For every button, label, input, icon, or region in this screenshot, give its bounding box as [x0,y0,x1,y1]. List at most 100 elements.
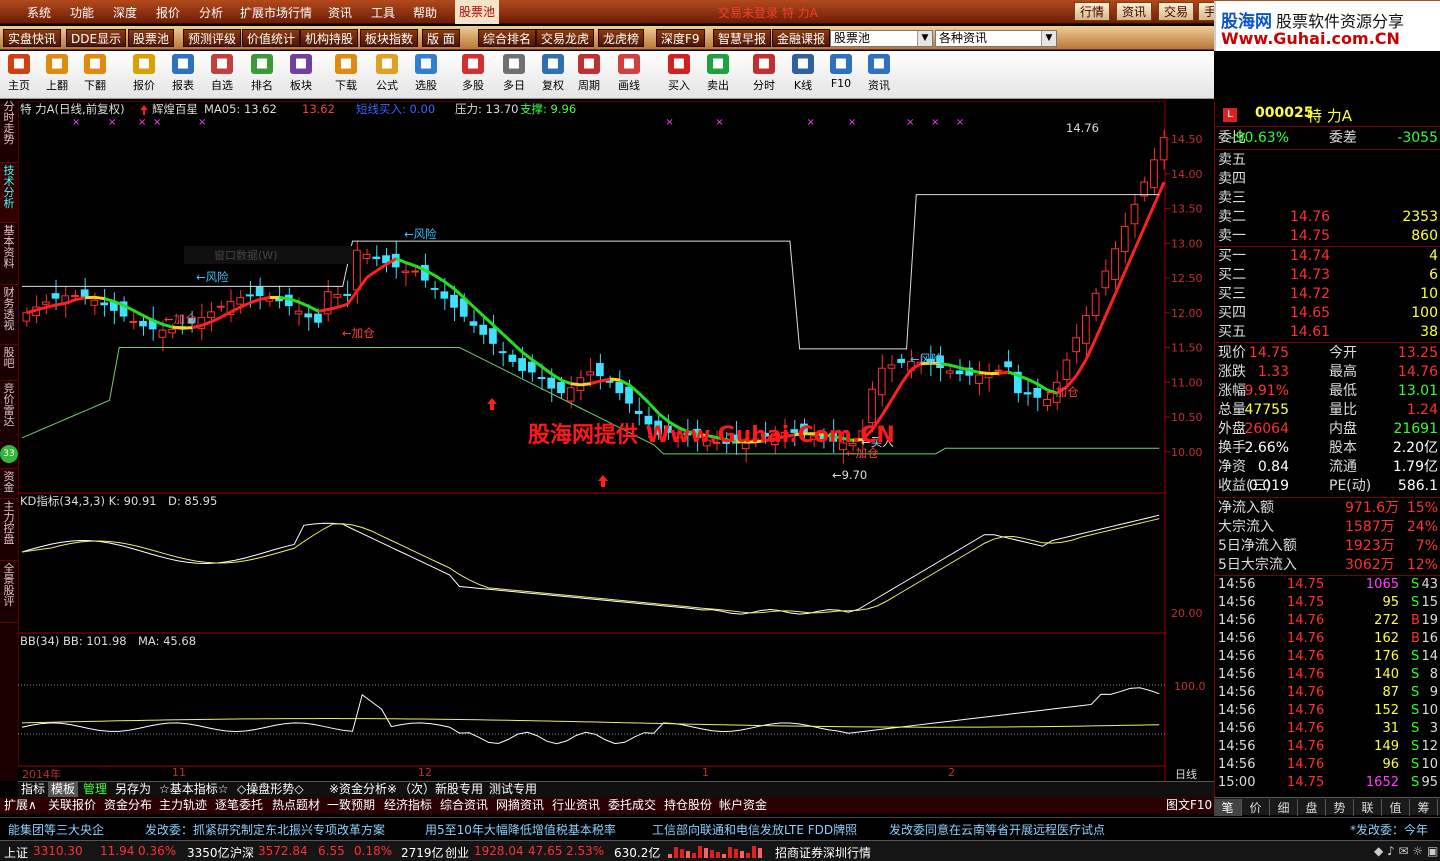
indicator-tab[interactable]: 测试专用 [486,782,540,798]
function-tab[interactable]: 综合资讯 [438,797,490,814]
ticker-item[interactable]: 用5至10年大幅降低增值税基本税率 [425,821,616,838]
buy-level-row[interactable]: 买五 14.61 38 [1215,323,1440,342]
side-tab-0[interactable]: 分时走势 [0,101,18,163]
toolbar-ranking-button[interactable]: ■ 排名 [245,54,279,96]
news-select[interactable]: 各种资讯 ▼ [935,30,1057,47]
toolbar-home-button[interactable]: ■ 主页 [2,54,36,96]
period-label[interactable]: 日线 [1175,766,1197,782]
qb-morning-report[interactable]: 智慧早报 [713,29,772,47]
sell-level-row[interactable]: 卖一 14.75 860 [1215,227,1440,246]
toolbar-download-button[interactable]: ■ 下载 [329,54,363,96]
qb-ranking[interactable]: 综合排名 [478,29,537,47]
menu-help[interactable]: 帮助 [413,4,437,21]
toolbar-arrow-down-button[interactable]: ■ 下翻 [78,54,112,96]
menu-tools[interactable]: 工具 [371,4,395,21]
toolbar-favorites-button[interactable]: ■ 自选 [205,54,239,96]
function-tab[interactable]: 委托成交 [606,797,658,814]
toolbar-quote-button[interactable]: ■ 报价 [127,54,161,96]
quote-tab[interactable]: 势 [1326,799,1354,816]
quote-tab[interactable]: 笔 [1214,799,1242,816]
qb-dde[interactable]: DDE显示 [66,29,127,47]
menu-system[interactable]: 系统 [27,4,51,21]
buy-level-row[interactable]: 买四 14.65 100 [1215,304,1440,323]
function-tab[interactable]: 资金分布 [102,797,154,814]
qb-layout[interactable]: 版 面 [422,29,460,47]
function-tab[interactable]: 关联报价 [46,797,98,814]
menu-news[interactable]: 资讯 [328,4,352,21]
toolbar-f10-button[interactable]: ■ F10 [824,54,858,96]
quote-tab[interactable]: 筹 [1410,799,1438,816]
indicator-tab[interactable]: ※资金分析※ [326,782,400,798]
side-tab-1[interactable]: 技术分析 [0,165,18,223]
toolbar-arrow-up-button[interactable]: ■ 上翻 [40,54,74,96]
toolbar-adjust-button[interactable]: ■ 复权 [536,54,570,96]
indicator-tab[interactable]: 指标 [18,782,48,798]
ticker-item[interactable]: *发改委：今年 [1350,821,1428,838]
function-tab[interactable]: 行业资讯 [550,797,602,814]
side-tab-8[interactable]: 全景股评 [0,563,18,623]
quote-tab[interactable]: 联 [1354,799,1382,816]
quote-tab[interactable]: 价 [1242,799,1270,816]
qb-depth-f9[interactable]: 深度F9 [656,29,705,47]
top-trade-button[interactable]: 交易 [1158,2,1195,21]
toolbar-stock-picker-button[interactable]: ■ 选股 [409,54,443,96]
ticker-item[interactable]: 能集团等三大央企 [8,821,104,838]
qb-forecast[interactable]: 预测评级 [183,29,242,47]
toolbar-intraday-button[interactable]: ■ 分时 [747,54,781,96]
quote-tab[interactable]: 盘 [1298,799,1326,816]
toolbar-report-button[interactable]: ■ 报表 [166,54,200,96]
function-tab[interactable]: 一致预期 [325,797,377,814]
qb-institution[interactable]: 机构持股 [300,29,359,47]
function-tab[interactable]: 主力轨迹 [157,797,209,814]
toolbar-sell-button[interactable]: ■ 卖出 [701,54,735,96]
qb-value-stats[interactable]: 价值统计 [242,29,301,47]
buy-level-row[interactable]: 买二 14.73 6 [1215,266,1440,285]
toolbar-multi-stock-button[interactable]: ■ 多股 [456,54,490,96]
ticker-item[interactable]: 发改委同意在云南等省开展远程医疗试点 [889,821,1105,838]
function-tab[interactable]: 热点题材 [270,797,322,814]
menu-function[interactable]: 功能 [70,4,94,21]
qb-realtime-news[interactable]: 实盘快讯 [3,29,62,47]
qb-stock-pool[interactable]: 股票池 [128,29,175,47]
stock-pool-select[interactable]: 股票池 ▼ [830,30,933,47]
qb-trade-dragon[interactable]: 交易龙虎 [536,29,595,47]
indicator-tab[interactable]: （次）新股专用 [396,782,486,798]
indicator-tab[interactable]: 模板 [48,782,79,798]
toolbar-buy-button[interactable]: ■ 买入 [662,54,696,96]
qb-dragon-list[interactable]: 龙虎榜 [598,29,645,47]
indicator-tab[interactable]: 另存为 [112,782,154,798]
side-badge[interactable]: 33 [0,445,18,463]
top-news-button[interactable]: 资讯 [1116,2,1153,21]
function-tab[interactable]: 帐户资金 [717,797,769,814]
menu-quote[interactable]: 报价 [156,4,180,21]
indicator-tab[interactable]: ☆基本指标☆ [156,782,232,798]
function-tab[interactable]: 经济指标 [382,797,434,814]
indicator-tab[interactable]: 管理 [80,782,110,798]
qb-finance-report[interactable]: 金融课报 [772,29,831,47]
side-tab-4[interactable]: 股吧 [0,347,18,381]
side-tab-3[interactable]: 财务透视 [0,287,18,345]
function-tab[interactable]: 网摘资讯 [494,797,546,814]
toolbar-sector-button[interactable]: ■ 板块 [284,54,318,96]
qb-sector-index[interactable]: 板块指数 [360,29,419,47]
ticker-item[interactable]: 发改委：抓紧研究制定东北振兴专项改革方案 [145,821,385,838]
menu-depth[interactable]: 深度 [113,4,137,21]
toolbar-formula-button[interactable]: ■ 公式 [370,54,404,96]
toolbar-multi-day-button[interactable]: ■ 多日 [497,54,531,96]
toolbar-period-button[interactable]: ■ 周期 [572,54,606,96]
buy-level-row[interactable]: 买三 14.72 10 [1215,285,1440,304]
top-quote-button[interactable]: 行情 [1074,2,1111,21]
menu-extended-market[interactable]: 扩展市场行情 [240,4,312,21]
function-tab[interactable]: 持仓股份 [662,797,714,814]
function-tab[interactable]: 图文F10 [1164,797,1214,814]
toolbar-kline-button[interactable]: ■ K线 [786,54,820,96]
function-tab[interactable]: 逐笔委托 [213,797,265,814]
sell-level-row[interactable]: 卖四 [1215,170,1440,189]
menu-stock-pool[interactable]: 股票池 [455,0,499,24]
menu-analysis[interactable]: 分析 [199,4,223,21]
quote-tab[interactable]: 细 [1270,799,1298,816]
sell-level-row[interactable]: 卖五 [1215,151,1440,170]
quote-tab[interactable]: 值 [1382,799,1410,816]
buy-level-row[interactable]: 买一 14.74 4 [1215,247,1440,266]
ticker-item[interactable]: 工信部向联通和电信发放LTE FDD牌照 [652,821,857,838]
